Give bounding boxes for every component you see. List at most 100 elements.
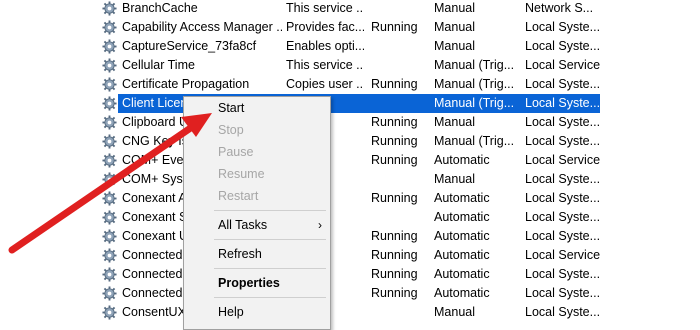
service-row[interactable]: COM+ Everes Sy...RunningAutomaticLocal S…	[0, 151, 700, 170]
service-row[interactable]: Conexant Sidio...AutomaticLocal Syste...	[0, 208, 700, 227]
service-name: Cellular Time	[122, 58, 195, 72]
service-row[interactable]: Conexant A...RunningAutomaticLocal Syste…	[0, 189, 700, 208]
service-log-on-as: Local Syste...	[525, 210, 600, 224]
menu-item-all-tasks[interactable]: All Tasks ›	[184, 215, 330, 235]
menu-item-pause-label: Pause	[218, 145, 254, 159]
service-description: This service ...	[286, 1, 364, 15]
service-log-on-as: Local Syste...	[525, 172, 600, 186]
menu-item-refresh[interactable]: Refresh	[184, 244, 330, 264]
service-startup-type: Automatic	[434, 229, 490, 243]
gear-icon	[102, 284, 119, 303]
menu-item-stop[interactable]: Stop	[184, 120, 330, 140]
service-log-on-as: Local Syste...	[525, 286, 600, 300]
service-startup-type: Automatic	[434, 286, 490, 300]
menu-item-start[interactable]: Start	[184, 98, 330, 118]
service-startup-type: Automatic	[434, 153, 490, 167]
gear-icon	[102, 303, 119, 322]
service-log-on-as: Local Syste...	[525, 20, 600, 34]
menu-separator	[214, 297, 326, 298]
gear-icon	[102, 56, 119, 75]
service-status: Running	[371, 115, 418, 129]
menu-item-all-tasks-label: All Tasks	[218, 218, 268, 232]
gear-icon	[102, 113, 119, 132]
menu-item-stop-label: Stop	[218, 123, 244, 137]
service-status	[371, 56, 431, 75]
service-startup-type: Automatic	[434, 191, 490, 205]
menu-separator	[214, 210, 326, 211]
gear-icon	[102, 18, 119, 37]
service-status	[371, 37, 431, 56]
gear-icon	[102, 75, 119, 94]
gear-icon	[102, 0, 119, 18]
service-row[interactable]: CaptureService_73fa8cf Enables opti... Man…	[0, 37, 700, 56]
service-row[interactable]: Client Liceninf...Manual (Trig...Local S…	[0, 94, 700, 113]
service-status: Running	[371, 191, 418, 205]
service-status: Running	[371, 134, 418, 148]
service-row[interactable]: Conexant Uer ...RunningAutomaticLocal Sy…	[0, 227, 700, 246]
gear-icon	[102, 132, 119, 151]
menu-item-help-label: Help	[218, 305, 244, 319]
service-startup-type: Automatic	[434, 248, 490, 262]
service-startup-type: Manual	[434, 115, 475, 129]
menu-item-restart[interactable]: Restart	[184, 186, 330, 206]
gear-icon	[102, 189, 119, 208]
gear-icon	[102, 246, 119, 265]
service-row[interactable]: Connectedice ...RunningAutomaticLocal Sy…	[0, 265, 700, 284]
service-status	[371, 303, 431, 322]
service-status: Running	[371, 248, 418, 262]
service-row[interactable]: Certificate Propagation Copies user ... Ru…	[0, 75, 700, 94]
service-startup-type: Manual (Trig...	[434, 58, 515, 72]
service-status	[371, 0, 431, 18]
menu-separator	[214, 268, 326, 269]
service-startup-type: Automatic	[434, 267, 490, 281]
service-description: This service ...	[286, 58, 364, 72]
service-row[interactable]: Clipboard U...RunningManualLocal Syste..…	[0, 113, 700, 132]
service-row[interactable]: CNG Key Isi ke...RunningManual (Trig...L…	[0, 132, 700, 151]
service-log-on-as: Local Syste...	[525, 191, 600, 205]
menu-item-properties-label: Properties	[218, 276, 280, 290]
service-row[interactable]: Connectedice ...RunningAutomaticLocal Se…	[0, 246, 700, 265]
menu-item-pause[interactable]: Pause	[184, 142, 330, 162]
service-row[interactable]: BranchCache This service ... Manual Network…	[0, 0, 700, 18]
service-status	[371, 94, 431, 113]
service-row[interactable]: Connectednec...RunningAutomaticLocal Sys…	[0, 284, 700, 303]
gear-icon	[102, 37, 119, 56]
menu-item-properties[interactable]: Properties	[184, 273, 330, 293]
service-log-on-as: Local Syste...	[525, 115, 600, 129]
service-description: Copies user ...	[286, 77, 364, 91]
service-status	[371, 170, 431, 189]
service-name: CaptureService_73fa8cf	[122, 39, 257, 53]
service-row[interactable]: COM+ Systes th...ManualLocal Syste...	[0, 170, 700, 189]
service-startup-type: Manual	[434, 1, 475, 15]
chevron-right-icon: ›	[318, 218, 322, 232]
service-startup-type: Manual (Trig...	[434, 134, 515, 148]
service-startup-type: Manual	[434, 39, 475, 53]
service-name: BranchCache	[122, 1, 198, 15]
service-log-on-as: Network S...	[525, 1, 594, 15]
menu-item-help[interactable]: Help	[184, 302, 330, 322]
service-row[interactable]: Capability Access Manager ... Provides fa…	[0, 18, 700, 37]
service-startup-type: Manual	[434, 20, 475, 34]
context-menu: Start Stop Pause Resume Restart All Task…	[183, 96, 331, 330]
service-name: Capability Access Manager ...	[122, 20, 282, 34]
service-description: Provides fac...	[286, 20, 364, 34]
service-status: Running	[371, 267, 418, 281]
gear-icon	[102, 227, 119, 246]
service-log-on-as: Local Syste...	[525, 305, 600, 319]
services-list: BranchCache This service ... Manual Network…	[0, 0, 700, 330]
service-row[interactable]: ConsentUX_...ManualLocal Syste...	[0, 303, 700, 322]
gear-icon	[102, 265, 119, 284]
service-startup-type: Automatic	[434, 210, 490, 224]
service-status: Running	[371, 20, 418, 34]
service-status: Running	[371, 229, 418, 243]
menu-item-resume[interactable]: Resume	[184, 164, 330, 184]
service-status: Running	[371, 286, 418, 300]
service-row[interactable]: Cellular Time This service ... Manual (Tri…	[0, 56, 700, 75]
service-log-on-as: Local Service	[525, 58, 600, 72]
service-name: Certificate Propagation	[122, 77, 250, 91]
gear-icon	[102, 94, 119, 113]
service-log-on-as: Local Syste...	[525, 134, 600, 148]
service-startup-type: Manual	[434, 305, 475, 319]
service-status	[371, 208, 431, 227]
service-log-on-as: Local Syste...	[525, 267, 600, 281]
